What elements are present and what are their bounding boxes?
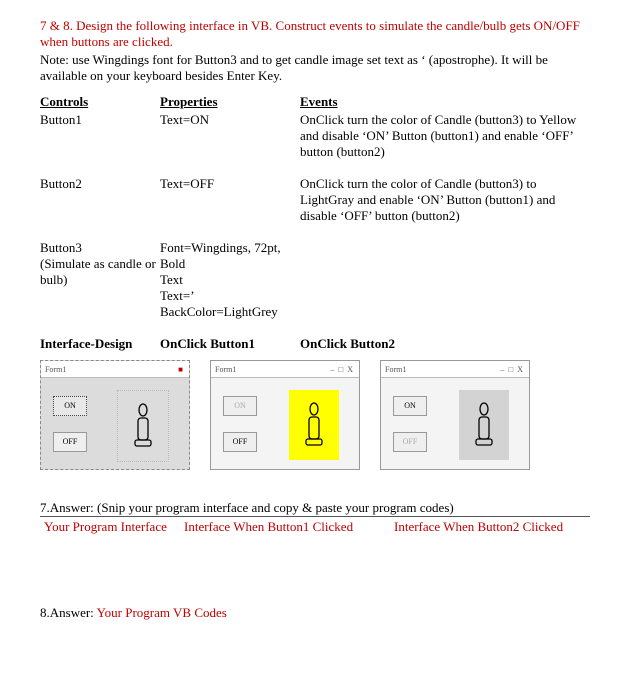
question-7-8: 7 & 8. Design the following interface in… xyxy=(40,18,590,50)
thumb-click2: Form1 – □ X ON OFF xyxy=(380,360,530,470)
ans7-col3: Interface When Button2 Clicked xyxy=(390,517,590,586)
ans7-col2: Interface When Button1 Clicked xyxy=(180,517,390,586)
maximize-icon: □ xyxy=(336,365,345,374)
r2-control: Button2 xyxy=(40,176,160,226)
r1-control: Button1 xyxy=(40,112,160,162)
off-button[interactable]: OFF xyxy=(223,432,257,452)
candle-button[interactable] xyxy=(289,390,339,460)
candle-icon xyxy=(300,401,328,449)
r1-event: OnClick turn the color of Candle (button… xyxy=(300,112,590,162)
off-button[interactable]: OFF xyxy=(53,432,87,452)
off-button[interactable]: OFF xyxy=(393,432,427,452)
maximize-icon: □ xyxy=(506,365,515,374)
thumb-design: Form1 ■ ON OFF xyxy=(40,360,190,470)
close-icon: X xyxy=(515,365,525,374)
thumbnails-row: Form1 ■ ON OFF Form1 xyxy=(40,354,590,480)
minimize-icon: – xyxy=(328,365,336,374)
r3-control-sub: (Simulate as candle or bulb) xyxy=(40,256,156,287)
r2-event: OnClick turn the color of Candle (button… xyxy=(300,176,590,226)
iface-click1-hd: OnClick Button1 xyxy=(160,336,300,354)
close-icon: X xyxy=(345,365,355,374)
r3-prop3: Text=’ xyxy=(160,288,195,303)
r3-prop1: Font=Wingdings, 72pt, Bold xyxy=(160,240,281,271)
note-text: Note: use Wingdings font for Button3 and… xyxy=(40,52,590,84)
spec-table: Controls Properties Events Button1 Text=… xyxy=(40,94,590,354)
answer-8-red: Your Program VB Codes xyxy=(97,605,227,620)
on-button[interactable]: ON xyxy=(53,396,87,416)
answer-7-block: 7.Answer: (Snip your program interface a… xyxy=(40,500,590,585)
answer-7-head: 7.Answer: (Snip your program interface a… xyxy=(40,500,590,516)
form-title: Form1 xyxy=(45,365,66,374)
col-properties: Properties xyxy=(160,94,300,112)
answer-8-prefix: 8.Answer: xyxy=(40,605,97,620)
r2-prop: Text=OFF xyxy=(160,176,300,226)
form-title: Form1 xyxy=(385,365,406,374)
on-button[interactable]: ON xyxy=(393,396,427,416)
col-events: Events xyxy=(300,94,590,112)
candle-icon xyxy=(470,401,498,449)
answer-8-block: 8.Answer: Your Program VB Codes xyxy=(40,605,590,621)
r3-prop2: Text xyxy=(160,272,183,287)
col-controls: Controls xyxy=(40,94,160,112)
candle-button[interactable] xyxy=(459,390,509,460)
candle-button[interactable] xyxy=(117,390,169,462)
iface-design-hd: Interface-Design xyxy=(40,336,160,354)
r3-prop4: BackColor=LightGrey xyxy=(160,304,278,319)
on-button[interactable]: ON xyxy=(223,396,257,416)
r1-prop: Text=ON xyxy=(160,112,300,162)
r3-control: Button3 xyxy=(40,240,82,255)
ans7-col1: Your Program Interface xyxy=(40,517,180,586)
thumb-click1: Form1 – □ X ON OFF xyxy=(210,360,360,470)
candle-icon xyxy=(129,402,157,450)
close-icon: ■ xyxy=(176,365,185,374)
form-title: Form1 xyxy=(215,365,236,374)
minimize-icon: – xyxy=(498,365,506,374)
iface-click2-hd: OnClick Button2 xyxy=(300,336,590,354)
